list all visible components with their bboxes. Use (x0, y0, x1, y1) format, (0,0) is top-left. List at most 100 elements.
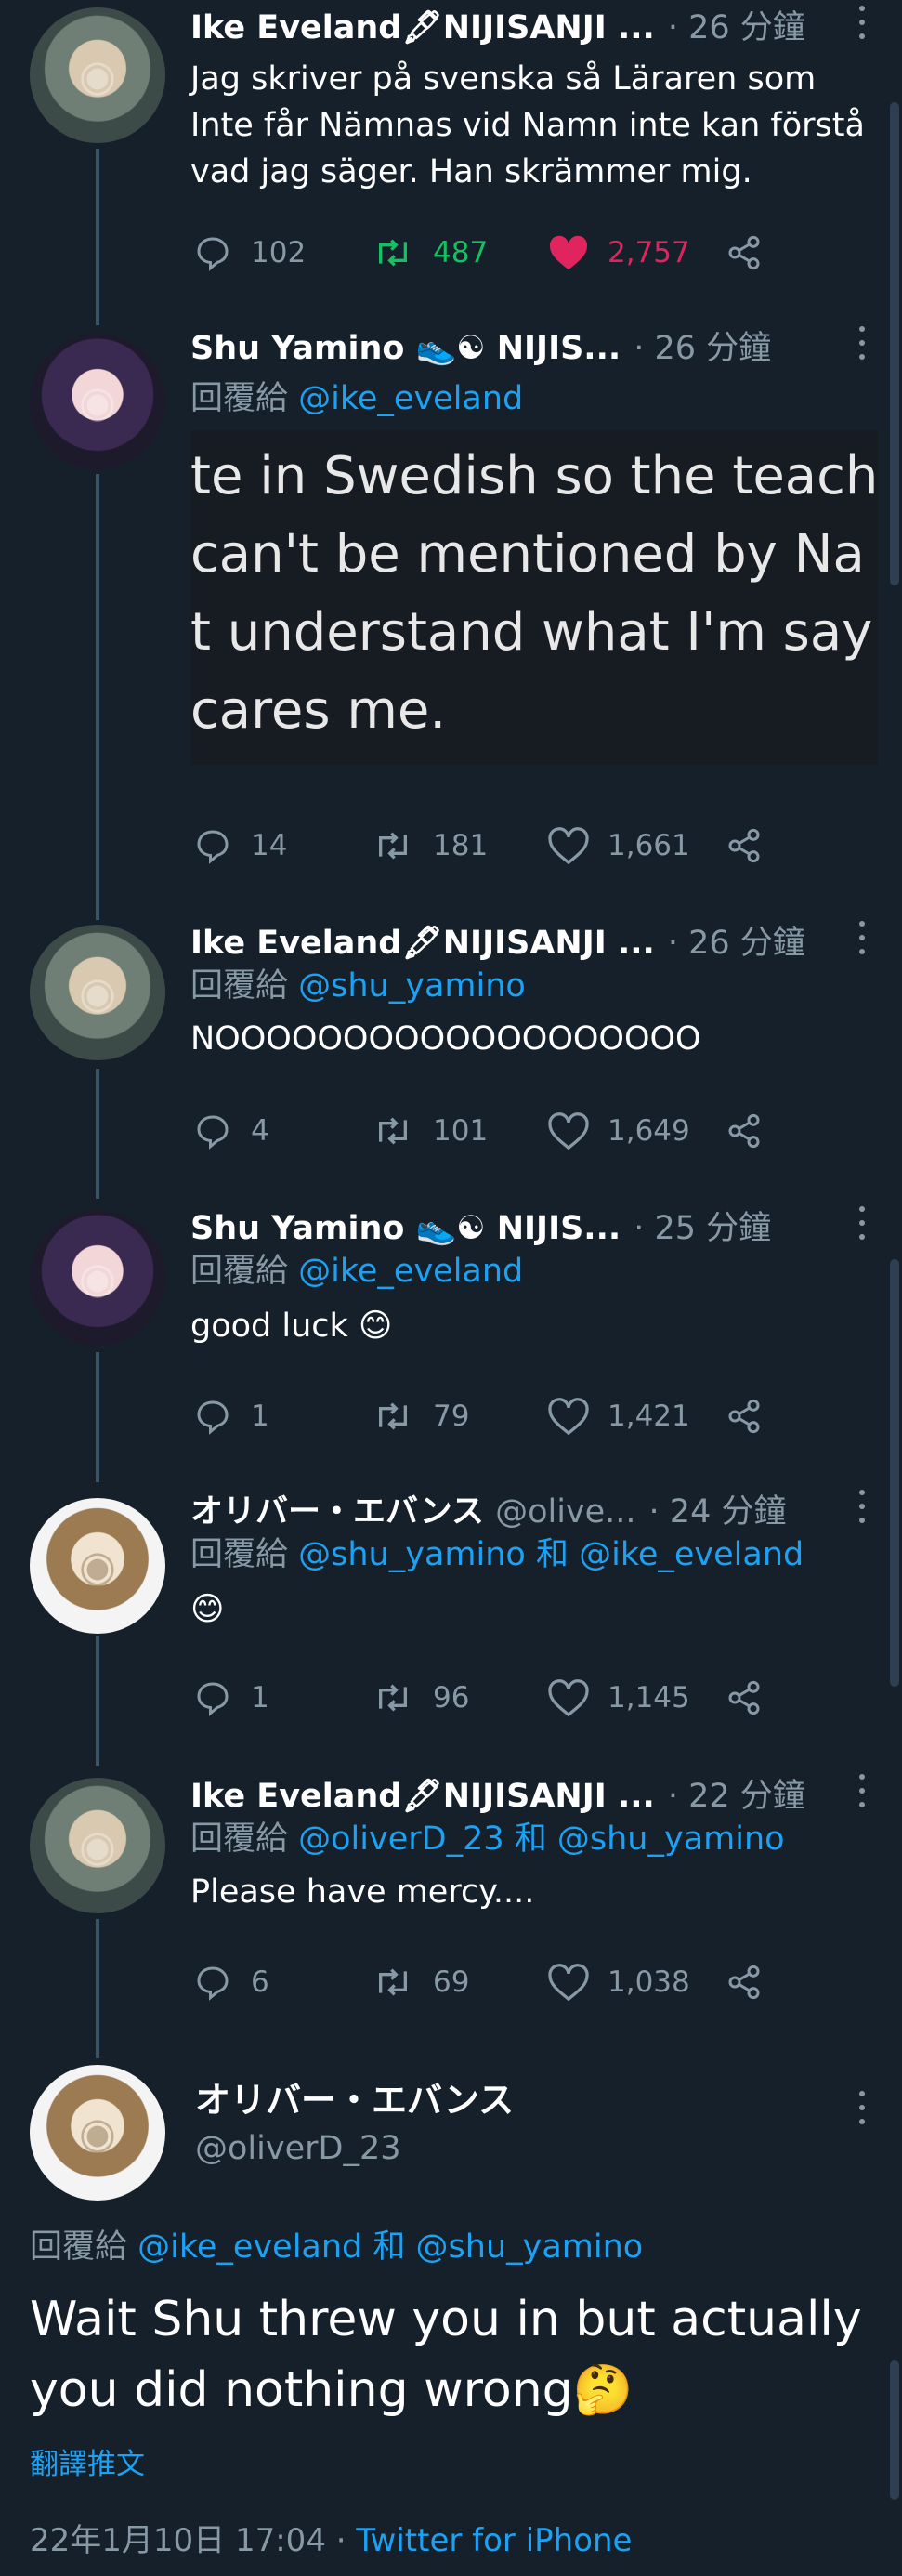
share-button[interactable] (725, 1112, 782, 1150)
tweet-text: Please have mercy.... (190, 1873, 535, 1911)
mention-link[interactable]: @shu_yamino (298, 967, 526, 1005)
author-name[interactable]: オリバー・エバンス (190, 1492, 484, 1532)
reply-icon (197, 1400, 229, 1435)
avatar[interactable]: ◉ (30, 1498, 165, 1634)
reply-icon (197, 830, 229, 864)
share-button[interactable] (725, 1964, 782, 2001)
tweet-time: · 22 分鐘 (667, 1778, 805, 1815)
like-button[interactable]: 1,421 (548, 1398, 690, 1435)
retweet-button[interactable]: 181 (372, 827, 488, 864)
tweet-actions: 1 79 1,421 (190, 1398, 878, 1435)
more-icon[interactable] (856, 921, 869, 954)
reply-button[interactable]: 102 (193, 234, 306, 271)
tweet-time: · 26 分鐘 (667, 925, 805, 962)
tweet[interactable]: ◉ Ike Eveland🖋NIJISANJI ... · 22 分鐘 回覆給 … (0, 1768, 902, 2029)
tweet[interactable]: ◉ Ike Eveland🖋NIJISANJI ... · 26 分鐘 Jag … (0, 0, 902, 297)
author-name[interactable]: Ike Eveland🖋NIJISANJI ... (190, 1776, 655, 1817)
reply-count: 102 (251, 236, 307, 269)
share-button[interactable] (725, 1679, 782, 1716)
tweet[interactable]: ◉ Ike Eveland🖋NIJISANJI ... · 26 分鐘 回覆給 … (0, 915, 902, 1176)
retweet-button[interactable]: 79 (372, 1398, 469, 1435)
reply-button[interactable]: 14 (193, 827, 287, 864)
retweet-button[interactable]: 487 (372, 234, 488, 271)
avatar[interactable]: ◉ (30, 334, 165, 469)
mention-link[interactable]: @shu_yamino (557, 1820, 785, 1858)
share-button[interactable] (725, 234, 782, 271)
more-icon[interactable] (856, 1490, 869, 1523)
mention-link[interactable]: @ike_eveland (579, 1536, 804, 1573)
share-button[interactable] (725, 827, 782, 864)
reply-icon (197, 1966, 229, 2001)
more-icon[interactable] (856, 1206, 869, 1240)
avatar[interactable]: ◉ (30, 925, 165, 1060)
like-button[interactable]: 1,038 (548, 1964, 690, 2001)
tweet-text: good luck 😊 (190, 1308, 393, 1345)
mention-link[interactable]: @shu_yamino (298, 1536, 526, 1573)
tweet-time: · 26 分鐘 (634, 330, 772, 367)
attached-image[interactable]: te in Swedish so the teach can't be ment… (190, 430, 878, 765)
reply-count: 4 (251, 1114, 269, 1148)
avatar[interactable]: ◉ (30, 1778, 165, 1913)
reply-count: 14 (251, 829, 288, 862)
share-icon (728, 1113, 760, 1149)
share-button[interactable] (725, 1398, 782, 1435)
reply-context: 回覆給 @ike_eveland (190, 380, 524, 417)
like-button[interactable]: 2,757 (548, 234, 690, 271)
like-button[interactable]: 1,145 (548, 1679, 690, 1716)
author-name[interactable]: Shu Yamino 👟☯ NIJIS... (190, 1208, 621, 1249)
main-tweet-text: Wait Shu threw you in but actually you d… (30, 2292, 862, 2418)
tweet[interactable]: ◉ Shu Yamino 👟☯ NIJIS... · 26 分鐘 回覆給 @ik… (0, 321, 902, 887)
retweet-button[interactable]: 96 (372, 1679, 469, 1716)
author-name[interactable]: Shu Yamino 👟☯ NIJIS... (190, 328, 621, 369)
more-icon[interactable] (856, 326, 869, 360)
author-name[interactable]: Ike Eveland🖋NIJISANJI ... (190, 923, 655, 964)
like-button[interactable]: 1,661 (548, 827, 690, 864)
reply-count: 1 (251, 1400, 269, 1433)
translate-link[interactable]: 翻譯推文 (30, 2444, 145, 2485)
like-count: 2,757 (608, 236, 690, 269)
retweet-button[interactable]: 101 (372, 1112, 488, 1150)
mention-link[interactable]: @oliverD_23 (298, 1820, 503, 1858)
author-handle: @olive... (495, 1493, 636, 1531)
like-count: 1,421 (608, 1400, 690, 1433)
share-icon (728, 235, 760, 270)
source-link[interactable]: Twitter for iPhone (356, 2522, 632, 2559)
more-icon[interactable] (856, 6, 869, 39)
reply-button[interactable]: 1 (193, 1679, 269, 1716)
author-name[interactable]: Ike Eveland🖋NIJISANJI ... (190, 7, 655, 48)
more-icon[interactable] (856, 2091, 869, 2124)
share-icon (728, 828, 760, 863)
more-icon[interactable] (856, 1774, 869, 1807)
like-button[interactable]: 1,649 (548, 1112, 690, 1150)
reply-button[interactable]: 6 (193, 1964, 269, 2001)
mention-link[interactable]: @shu_yamino (416, 2228, 644, 2266)
reply-context: 回覆給 @ike_eveland (190, 1253, 524, 1290)
avatar[interactable]: ◉ (30, 2065, 165, 2201)
avatar[interactable]: ◉ (30, 1210, 165, 1346)
heart-icon (548, 1398, 589, 1435)
retweet-icon (379, 1402, 407, 1430)
like-count: 1,649 (608, 1114, 690, 1148)
share-icon (728, 1680, 760, 1715)
tweet-time: · 24 分鐘 (648, 1493, 787, 1531)
reply-icon (197, 1682, 229, 1716)
retweet-count: 487 (433, 236, 489, 269)
reply-button[interactable]: 4 (193, 1112, 269, 1150)
avatar[interactable]: ◉ (30, 7, 165, 143)
mention-link[interactable]: @ike_eveland (298, 1253, 523, 1290)
retweet-count: 181 (433, 829, 489, 862)
tweet-time: · 26 分鐘 (667, 9, 805, 46)
reply-button[interactable]: 1 (193, 1398, 269, 1435)
retweet-icon (379, 832, 407, 860)
like-count: 1,038 (608, 1965, 690, 1999)
tweet[interactable]: ◉ Shu Yamino 👟☯ NIJIS... · 25 分鐘 回覆給 @ik… (0, 1201, 902, 1461)
mention-link[interactable]: @ike_eveland (298, 380, 523, 417)
retweet-button[interactable]: 69 (372, 1964, 469, 2001)
tweet-actions: 14 181 1,661 (190, 827, 878, 864)
heart-icon (548, 827, 589, 864)
reply-context: 回覆給 @shu_yamino 和 @ike_eveland (190, 1536, 804, 1573)
retweet-icon (379, 239, 407, 267)
author-name[interactable]: オリバー・エバンス (195, 2078, 514, 2123)
mention-link[interactable]: @ike_eveland (137, 2228, 362, 2266)
tweet[interactable]: ◉ オリバー・エバンス @olive... · 24 分鐘 回覆給 @shu_y… (0, 1484, 902, 1744)
